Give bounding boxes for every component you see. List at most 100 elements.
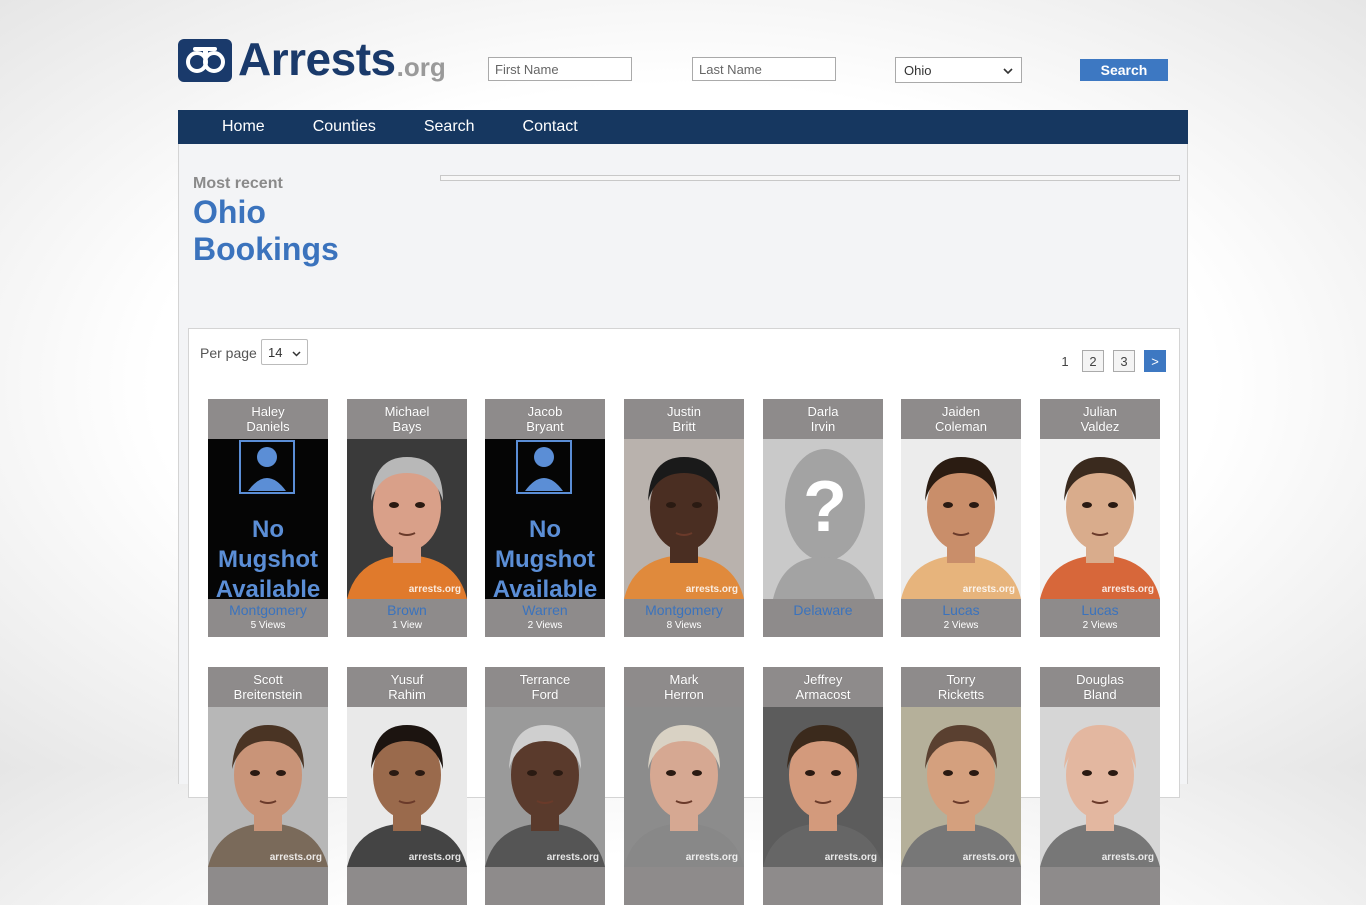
inmate-name[interactable]: Haley Daniels bbox=[208, 399, 328, 439]
booking-card[interactable]: Terrance Ford arrests.org bbox=[485, 667, 605, 905]
inmate-name[interactable]: Julian Valdez bbox=[1040, 399, 1160, 439]
chevron-down-icon bbox=[292, 345, 301, 360]
inmate-first-name: Jeffrey bbox=[803, 672, 843, 687]
photo-watermark: arrests.org bbox=[546, 852, 599, 863]
inmate-first-name: Mark bbox=[669, 672, 699, 687]
no-mugshot-line: Available bbox=[493, 576, 598, 599]
photo-watermark: arrests.org bbox=[1101, 852, 1154, 863]
inmate-name[interactable]: Mark Herron bbox=[624, 667, 744, 707]
county-link[interactable]: Brown bbox=[347, 602, 467, 618]
booking-card[interactable]: Justin Britt arrests.org Montgomery 8 Views bbox=[624, 399, 744, 637]
no-mugshot-line: No bbox=[252, 516, 284, 543]
view-count: 8 Views bbox=[666, 620, 702, 631]
photo-watermark: arrests.org bbox=[408, 852, 461, 863]
inmate-first-name: Jaiden bbox=[941, 404, 981, 419]
county-link[interactable]: Delaware bbox=[763, 602, 883, 618]
mugshot-image[interactable]: arrests.org bbox=[901, 707, 1021, 867]
site-logo[interactable]: Arrests .org bbox=[178, 36, 446, 82]
chevron-down-icon bbox=[1003, 63, 1013, 78]
inmate-name[interactable]: Scott Breitenstein bbox=[208, 667, 328, 707]
svg-text:?: ? bbox=[803, 467, 847, 547]
pagination: 1 2 3 > bbox=[1048, 350, 1166, 372]
first-name-input[interactable] bbox=[488, 57, 632, 81]
inmate-last-name: Breitenstein bbox=[233, 687, 303, 702]
inmate-name[interactable]: Torry Ricketts bbox=[901, 667, 1021, 707]
booking-card[interactable]: Michael Bays arrests.org Brown 1 View bbox=[347, 399, 467, 637]
view-count: 2 Views bbox=[1082, 620, 1118, 631]
county-link[interactable]: Montgomery bbox=[208, 602, 328, 618]
inmate-name[interactable]: Douglas Bland bbox=[1040, 667, 1160, 707]
county-link[interactable]: Warren bbox=[485, 602, 605, 618]
inmate-name[interactable]: Jacob Bryant bbox=[485, 399, 605, 439]
mugshot-image[interactable]: arrests.org bbox=[901, 439, 1021, 599]
booking-card[interactable]: Julian Valdez arrests.org Lucas 2 Views bbox=[1040, 399, 1160, 637]
nav-counties[interactable]: Counties bbox=[313, 118, 376, 136]
mugshot-image[interactable]: arrests.org bbox=[624, 707, 744, 867]
mugshot-image[interactable]: arrests.org bbox=[347, 439, 467, 599]
inmate-name[interactable]: Darla Irvin bbox=[763, 399, 883, 439]
no-mugshot-image[interactable]: No Mugshot Available bbox=[485, 439, 605, 599]
nav-contact[interactable]: Contact bbox=[523, 118, 578, 136]
inmate-first-name: Jacob bbox=[527, 404, 563, 419]
booking-card[interactable]: Scott Breitenstein arrests.org bbox=[208, 667, 328, 905]
booking-card[interactable]: Haley Daniels No Mugshot Available Montgomery… bbox=[208, 399, 328, 637]
unknown-person-image[interactable]: ? bbox=[763, 439, 883, 599]
nav-search[interactable]: Search bbox=[424, 118, 475, 136]
booking-card[interactable]: Jeffrey Armacost arrests.org bbox=[763, 667, 883, 905]
mugshot-image[interactable]: arrests.org bbox=[347, 707, 467, 867]
booking-card[interactable]: Jaiden Coleman arrests.org Lucas 2 Views bbox=[901, 399, 1021, 637]
mugshot-image[interactable]: arrests.org bbox=[485, 707, 605, 867]
photo-watermark: arrests.org bbox=[685, 852, 738, 863]
inmate-name[interactable]: Jeffrey Armacost bbox=[763, 667, 883, 707]
inmate-last-name: Herron bbox=[664, 687, 704, 702]
mugshot-image[interactable]: arrests.org bbox=[763, 707, 883, 867]
inmate-name[interactable]: Jaiden Coleman bbox=[901, 399, 1021, 439]
mugshot-image[interactable]: arrests.org bbox=[624, 439, 744, 599]
no-mugshot-image[interactable]: No Mugshot Available bbox=[208, 439, 328, 599]
inmate-name[interactable]: Terrance Ford bbox=[485, 667, 605, 707]
handcuffs-icon bbox=[178, 39, 232, 82]
no-mugshot-line: No bbox=[529, 516, 561, 543]
mugshot-image[interactable]: arrests.org bbox=[1040, 439, 1160, 599]
no-mugshot-line: Mugshot bbox=[218, 546, 318, 573]
inmate-first-name: Haley bbox=[251, 404, 285, 419]
booking-card[interactable]: Jacob Bryant No Mugshot Available Warren 2 Vie… bbox=[485, 399, 605, 637]
page-2[interactable]: 2 bbox=[1082, 350, 1104, 372]
inmate-first-name: Michael bbox=[384, 404, 430, 419]
photo-watermark: arrests.org bbox=[962, 852, 1015, 863]
view-count: 2 Views bbox=[943, 620, 979, 631]
site-header: Arrests .org Ohio Search bbox=[178, 34, 1188, 94]
page-kicker: Most recent bbox=[193, 175, 283, 192]
inmate-name[interactable]: Michael Bays bbox=[347, 399, 467, 439]
last-name-input[interactable] bbox=[692, 57, 836, 81]
nav-home[interactable]: Home bbox=[222, 118, 265, 136]
booking-card[interactable]: Torry Ricketts arrests.org bbox=[901, 667, 1021, 905]
mugshot-image[interactable]: arrests.org bbox=[1040, 707, 1160, 867]
search-button[interactable]: Search bbox=[1080, 59, 1168, 81]
inmate-name[interactable]: Justin Britt bbox=[624, 399, 744, 439]
booking-card[interactable]: Yusuf Rahim arrests.org bbox=[347, 667, 467, 905]
inmate-last-name: Ricketts bbox=[937, 687, 985, 702]
page-3[interactable]: 3 bbox=[1113, 350, 1135, 372]
inmate-first-name: Terrance bbox=[519, 672, 571, 687]
state-select[interactable]: Ohio bbox=[895, 57, 1022, 83]
no-mugshot-line: Mugshot bbox=[495, 546, 595, 573]
inmate-last-name: Daniels bbox=[246, 419, 290, 434]
booking-card[interactable]: Mark Herron arrests.org bbox=[624, 667, 744, 905]
inmate-first-name: Yusuf bbox=[390, 672, 424, 687]
view-count: 5 Views bbox=[250, 620, 286, 631]
no-mugshot-line: Available bbox=[216, 576, 321, 599]
per-page-select[interactable]: 14 bbox=[261, 339, 308, 365]
county-link[interactable]: Montgomery bbox=[624, 602, 744, 618]
inmate-name[interactable]: Yusuf Rahim bbox=[347, 667, 467, 707]
photo-watermark: arrests.org bbox=[824, 852, 877, 863]
mugshot-image[interactable]: arrests.org bbox=[208, 707, 328, 867]
inmate-last-name: Valdez bbox=[1080, 419, 1120, 434]
state-select-value: Ohio bbox=[904, 62, 932, 78]
county-link[interactable]: Lucas bbox=[1040, 602, 1160, 618]
next-page-button[interactable]: > bbox=[1144, 350, 1166, 372]
booking-card[interactable]: Darla Irvin? Delaware bbox=[763, 399, 883, 637]
photo-watermark: arrests.org bbox=[685, 584, 738, 595]
county-link[interactable]: Lucas bbox=[901, 602, 1021, 618]
booking-card[interactable]: Douglas Bland arrests.org bbox=[1040, 667, 1160, 905]
